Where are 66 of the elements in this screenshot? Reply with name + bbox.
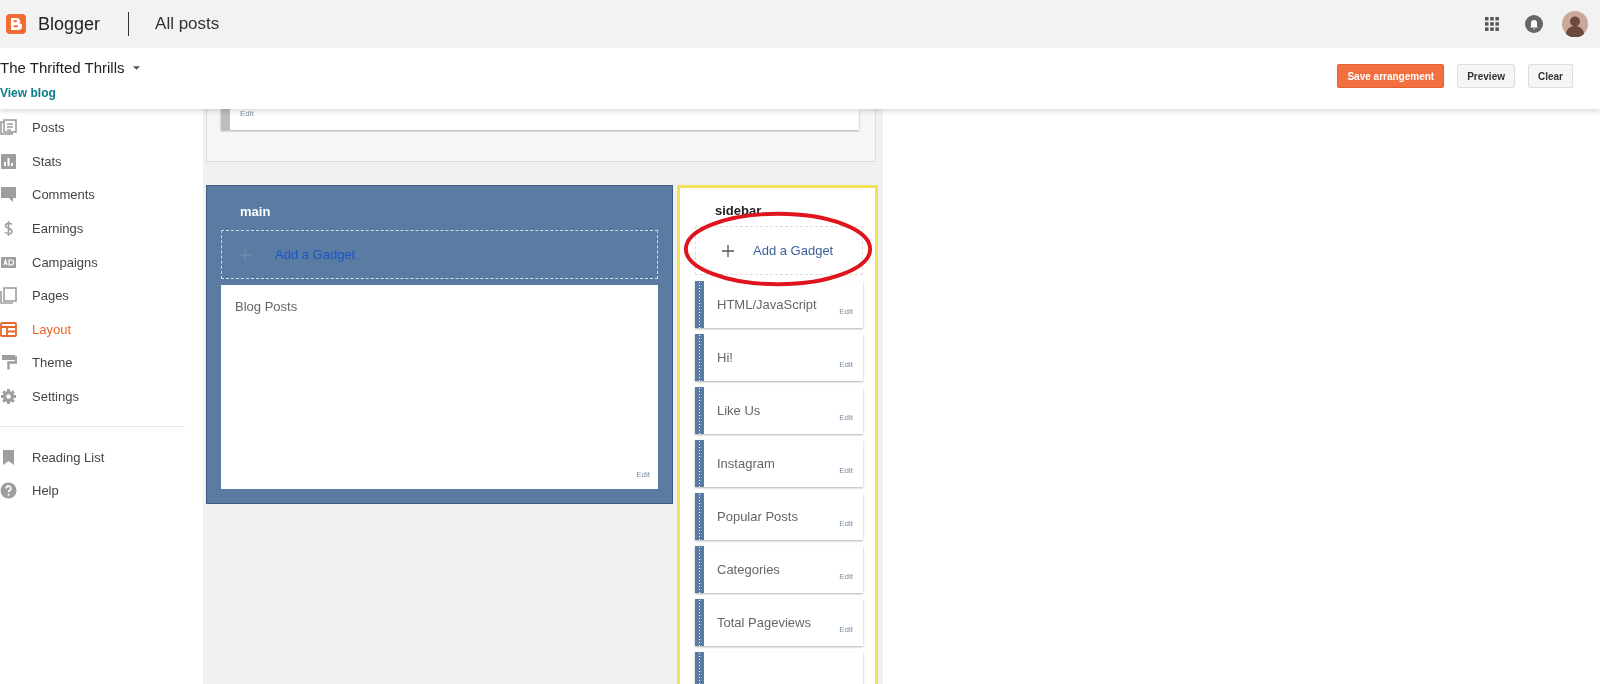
blogger-logo-icon[interactable] xyxy=(6,14,26,34)
apps-grid-icon[interactable] xyxy=(1485,17,1499,31)
gadget-name: Hi! xyxy=(717,350,733,365)
gadget-card[interactable]: Categories Edit xyxy=(695,546,863,593)
drag-handle[interactable] xyxy=(221,109,230,130)
nav-item[interactable]: Pages xyxy=(0,278,203,313)
app-name: Blogger xyxy=(38,13,101,35)
gadget-card[interactable]: Like Us Edit xyxy=(695,387,863,434)
blog-selector[interactable]: The Thrifted Thrills xyxy=(0,59,140,76)
drag-handle[interactable] xyxy=(695,546,704,593)
nav-item[interactable]: Settings xyxy=(0,379,203,414)
gadget-name: Popular Posts xyxy=(717,509,798,524)
edit-link[interactable]: Edit xyxy=(839,307,853,316)
action-button[interactable]: Clear xyxy=(1528,64,1573,88)
add-gadget-label: Add a Gadget xyxy=(753,243,834,258)
edit-link[interactable]: Edit xyxy=(839,360,853,369)
paint-roller-icon xyxy=(0,354,17,372)
nav-item[interactable]: Earnings xyxy=(0,211,203,246)
edit-link[interactable]: Edit xyxy=(839,625,853,634)
nav-item[interactable]: Reading List xyxy=(0,440,203,474)
edit-link[interactable]: Edit xyxy=(240,109,254,118)
nav-item[interactable]: Stats xyxy=(0,144,203,179)
gadget-card[interactable]: Hi! Edit xyxy=(695,334,863,381)
gadget-name: Instagram xyxy=(717,456,775,471)
drag-handle[interactable] xyxy=(695,334,704,381)
action-button[interactable]: Preview xyxy=(1457,64,1515,88)
drag-handle[interactable] xyxy=(695,493,704,540)
pages-icon xyxy=(0,287,17,305)
nav-item[interactable]: Layout xyxy=(0,312,203,347)
view-blog-link[interactable]: View blog xyxy=(0,86,140,100)
caret-icon xyxy=(132,65,140,70)
gadget-card[interactable]: Edit xyxy=(221,109,859,130)
gadget-card[interactable]: Popular Posts Edit xyxy=(695,493,863,540)
drag-handle[interactable] xyxy=(695,440,704,487)
layout-icon xyxy=(0,320,17,338)
gadget-name: HTML/JavaScript xyxy=(717,297,817,312)
nav-item[interactable]: Help xyxy=(0,473,203,508)
edit-link[interactable]: Edit xyxy=(839,466,853,475)
nav-item[interactable]: Theme xyxy=(0,346,203,380)
gadget-name: Total Pageviews xyxy=(717,615,811,630)
comment-icon xyxy=(0,186,17,204)
page-title: All posts xyxy=(155,14,220,34)
add-gadget-label: Add a Gadget xyxy=(275,247,356,262)
edit-link[interactable]: Edit xyxy=(839,519,853,528)
gadget-name: Like Us xyxy=(717,403,761,418)
avatar-icon[interactable] xyxy=(1562,11,1588,37)
edit-link[interactable]: Edit xyxy=(839,413,853,422)
drag-handle[interactable] xyxy=(695,281,704,328)
gadget-name: Blog Posts xyxy=(235,299,298,314)
gadget-card[interactable]: Total Pageviews Edit xyxy=(695,599,863,646)
section-title: main xyxy=(239,204,272,219)
plus-icon xyxy=(722,244,734,257)
nav-item[interactable]: Comments xyxy=(0,178,203,212)
gadget-card[interactable]: Instagram Edit xyxy=(695,440,863,487)
bookmark-icon xyxy=(0,448,17,466)
drag-handle[interactable] xyxy=(695,387,704,434)
notification-bell-icon[interactable] xyxy=(1525,15,1543,33)
gadget-card[interactable]: HTML/JavaScript Edit xyxy=(695,281,863,328)
nav-item[interactable]: Posts xyxy=(0,111,203,145)
drag-handle[interactable] xyxy=(695,599,704,646)
gadget-name: Categories xyxy=(717,562,780,577)
nav-item[interactable]: Campaigns xyxy=(0,245,203,279)
edit-link[interactable]: Edit xyxy=(839,572,853,581)
gadget-card[interactable]: Blog Posts Edit xyxy=(221,285,658,489)
edit-link[interactable]: Edit xyxy=(636,470,650,479)
add-gadget-button[interactable]: Add a Gadget xyxy=(695,226,863,275)
